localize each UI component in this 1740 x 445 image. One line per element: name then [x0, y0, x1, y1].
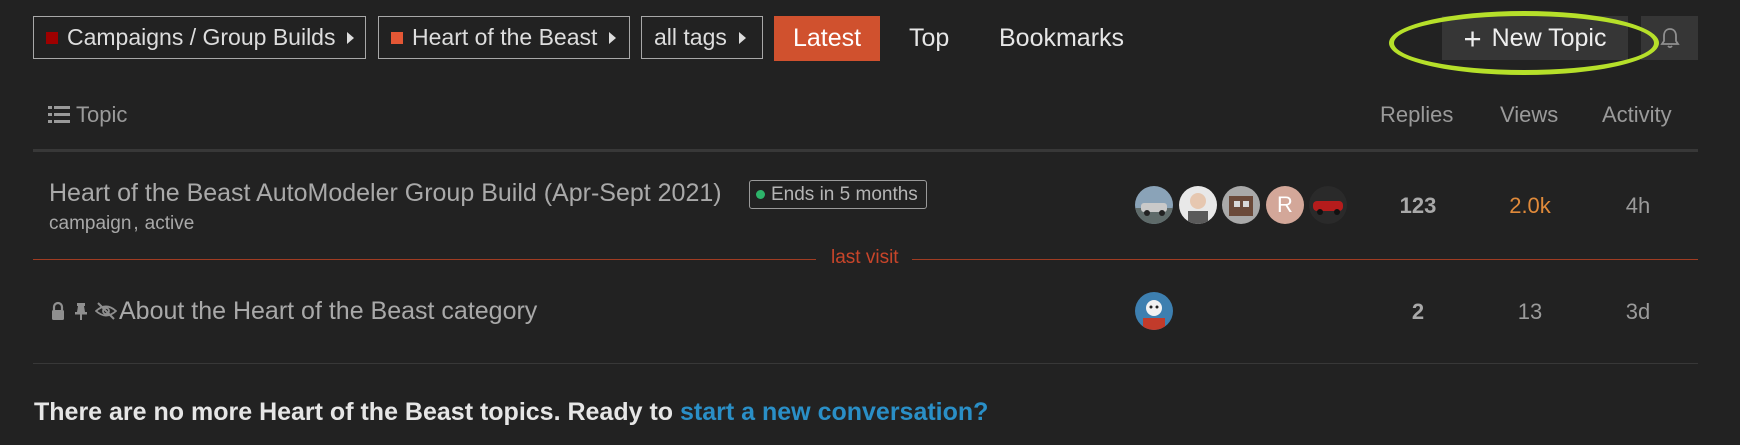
new-topic-label: New Topic: [1491, 23, 1607, 52]
caret-right-icon: [609, 31, 617, 44]
views-count: 2.0k: [1509, 193, 1551, 218]
lock-icon: [52, 301, 64, 320]
activity-time[interactable]: 3d: [1588, 299, 1688, 325]
caret-right-icon: [738, 31, 746, 44]
tab-latest[interactable]: Latest: [774, 16, 880, 61]
poster-avatar[interactable]: R: [1266, 186, 1304, 224]
pin-icon: [75, 303, 87, 320]
category-color-swatch: [46, 31, 58, 44]
poster-avatar[interactable]: [1309, 186, 1347, 224]
caret-right-icon: [347, 31, 355, 44]
row-divider: [33, 363, 1698, 364]
tag-separator: ,: [133, 213, 139, 234]
header-divider: [33, 149, 1698, 152]
tab-top[interactable]: Top: [909, 16, 949, 61]
tag-active[interactable]: active: [145, 213, 195, 234]
poster-avatar[interactable]: [1135, 186, 1173, 224]
tags-label: all tags: [654, 24, 727, 50]
tags-dropdown[interactable]: all tags: [641, 16, 763, 59]
status-badge: Ends in 5 months: [749, 180, 927, 209]
topic-tags: campaign, active: [49, 213, 194, 235]
category-dropdown[interactable]: Campaigns / Group Builds: [33, 16, 366, 59]
footer-text: There are no more Heart of the Beast top…: [34, 398, 674, 426]
start-conversation-link[interactable]: start a new conversation?: [680, 398, 988, 426]
notification-level-button[interactable]: [1641, 16, 1698, 60]
tag-campaign[interactable]: campaign: [49, 213, 131, 234]
topic-header-label: Topic: [76, 102, 128, 127]
poster-avatar[interactable]: [1179, 186, 1217, 224]
tab-bookmarks[interactable]: Bookmarks: [999, 16, 1124, 61]
status-dot: [756, 190, 765, 199]
tab-top-label: Top: [909, 24, 950, 52]
activity-column-header[interactable]: Activity: [1602, 102, 1672, 128]
poster-avatar[interactable]: [1222, 186, 1260, 224]
eye-slash-icon: [95, 302, 117, 320]
tab-latest-label: Latest: [792, 24, 862, 52]
views-count: 13: [1517, 299, 1543, 324]
replies-count[interactable]: 2: [1368, 299, 1468, 325]
list-icon: [48, 106, 70, 123]
no-more-topics-message: There are no more Heart of the Beast top…: [34, 398, 988, 427]
replies-count[interactable]: 123: [1368, 193, 1468, 219]
category-label: Campaigns / Group Builds: [67, 24, 336, 50]
topic-column-header[interactable]: Topic: [48, 102, 127, 128]
last-visit-line-left: [33, 259, 816, 260]
avatar-initial: R: [1277, 192, 1293, 217]
activity-time[interactable]: 4h: [1588, 193, 1688, 219]
poster-avatar[interactable]: [1135, 292, 1173, 330]
views-column-header[interactable]: Views: [1500, 102, 1558, 128]
subcategory-label: Heart of the Beast: [412, 24, 598, 50]
replies-column-header[interactable]: Replies: [1380, 102, 1453, 128]
status-badge-label: Ends in 5 months: [771, 183, 918, 205]
topic-title-link[interactable]: About the Heart of the Beast category: [119, 297, 537, 326]
last-visit-line-right: [912, 259, 1698, 260]
last-visit-label: last visit: [831, 247, 899, 268]
bell-icon: [1659, 28, 1680, 49]
topic-title-link[interactable]: Heart of the Beast AutoModeler Group Bui…: [49, 179, 722, 208]
new-topic-button[interactable]: + New Topic: [1442, 16, 1628, 60]
tab-bookmarks-label: Bookmarks: [999, 24, 1125, 52]
subcategory-color-swatch: [391, 31, 403, 44]
plus-icon: +: [1463, 20, 1482, 56]
subcategory-dropdown[interactable]: Heart of the Beast: [378, 16, 630, 59]
